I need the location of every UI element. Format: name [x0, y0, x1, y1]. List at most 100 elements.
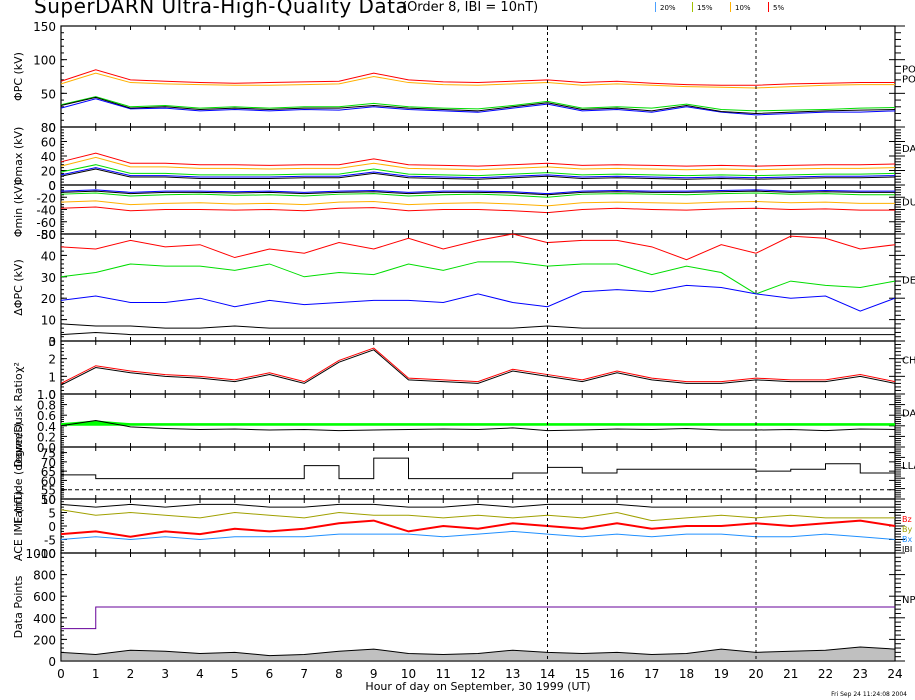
right-label: CH: [902, 356, 915, 367]
y-tick-label: 600: [33, 590, 56, 604]
y-tick-label: 50: [41, 228, 56, 242]
y-tick-label: -5: [44, 534, 56, 548]
right-label: By: [902, 525, 912, 534]
panel-7: -10-50510ACE IMF (nT) BzByBxIBI: [12, 491, 912, 561]
panel-2: -80-60-40-200Φmin (kV) DU: [12, 179, 915, 242]
y-tick-label: 30: [41, 271, 56, 285]
y-axis-label: χ²: [12, 362, 25, 373]
x-tick-label: 21: [783, 667, 798, 681]
series-orange: [60, 72, 895, 89]
y-axis-label: ΦPC (kV): [12, 52, 25, 101]
x-tick-label: 2: [127, 667, 135, 681]
panel-frame: [60, 340, 896, 395]
panel-0: 050100150ΦPC (kV) POPO: [12, 20, 915, 135]
y-tick-label: 80: [41, 121, 56, 135]
timestamp: Fri Sep 24 11:24:08 2004: [831, 691, 907, 698]
x-tick-label: 22: [818, 667, 833, 681]
chart-plot: 050100150ΦPC (kV) POPO020406080Φmax (kV) D…: [12, 20, 915, 693]
x-tick-label: 16: [609, 667, 624, 681]
series-black: [60, 96, 896, 115]
y-tick-label: 40: [41, 249, 56, 263]
y-tick-label: 5: [48, 507, 56, 521]
right-label: PO: [902, 75, 915, 86]
x-tick-label: 3: [161, 667, 169, 681]
series-red: [60, 206, 895, 214]
panel-frame: [60, 393, 896, 448]
y-axis-label: ΔΦPC (kV): [12, 259, 25, 315]
right-label: DU: [902, 198, 915, 209]
right-label: Bx: [902, 535, 912, 544]
series-green: [60, 192, 895, 198]
series-black-upper: [60, 323, 895, 329]
right-label: LLA: [902, 461, 915, 472]
panel-8: 0 200 400 600 800 1000 Data Points NP: [12, 547, 915, 669]
panel-3: 01020304050ΔΦPC (kV) DE: [12, 228, 915, 349]
series-green: [60, 261, 896, 295]
y-tick-label: -20: [36, 191, 56, 205]
series-orange: [60, 156, 896, 171]
x-tick-label: 9: [370, 667, 378, 681]
x-tick-label: 12: [470, 667, 485, 681]
x-tick-label: 0: [57, 667, 65, 681]
series-black: [60, 349, 896, 386]
y-axis-label: Φmin (kV): [12, 182, 25, 237]
x-tick-label: 17: [644, 667, 659, 681]
y-tick-label: 50: [41, 87, 56, 101]
panel-4: 0123χ²CH: [12, 335, 915, 402]
y-tick-label: 20: [41, 165, 56, 179]
y-axis-label: Data Points: [12, 575, 25, 638]
panel-1: 020406080 Φmax (kV) DA': [12, 121, 915, 193]
y-tick-label: 0: [48, 520, 56, 534]
y-tick-label: 2: [48, 353, 56, 367]
y-tick-label: 60: [41, 136, 56, 150]
right-label: Bz: [902, 515, 912, 524]
x-tick-label: 18: [679, 667, 694, 681]
series-green-fill: [61, 420, 895, 426]
panel-frame: [60, 233, 896, 342]
y-tick-label: -40: [36, 204, 56, 218]
right-label: DA': [902, 144, 915, 155]
series-red: [60, 69, 895, 86]
y-tick-label: 10: [41, 314, 56, 328]
x-tick-label: 6: [266, 667, 274, 681]
x-tick-label: 5: [231, 667, 239, 681]
x-tick-label: 14: [540, 667, 555, 681]
panel-5: 0.00.20.40.60.81.0Dawn/Dusk RatioDA': [12, 373, 915, 467]
series-black: [60, 457, 895, 480]
y-tick-label: 400: [33, 612, 56, 626]
right-label: DA': [902, 409, 915, 420]
series-red: [60, 152, 896, 167]
panel-frame: [60, 446, 896, 500]
panel-6: 505560657075Latitude (degrees)LLA: [12, 422, 915, 524]
x-tick-label: 1: [92, 667, 100, 681]
y-tick-label: 75: [41, 447, 56, 461]
y-tick-label: 1: [48, 370, 56, 384]
x-tick-label: 4: [196, 667, 204, 681]
y-tick-label: 1.0: [37, 388, 56, 402]
x-tick-label: 24: [887, 667, 902, 681]
series-orange: [60, 200, 895, 207]
x-tick-label: 10: [401, 667, 416, 681]
x-tick-label: 20: [748, 667, 763, 681]
x-tick-label: 7: [300, 667, 308, 681]
right-label: DE: [902, 276, 915, 287]
series-By: [60, 509, 895, 522]
right-label: NP: [902, 595, 915, 606]
y-tick-label: 800: [33, 569, 56, 583]
x-tick-label: 8: [335, 667, 343, 681]
y-tick-label: 200: [33, 633, 56, 647]
y-tick-label: 0: [48, 655, 56, 669]
y-tick-label: 1000: [25, 547, 56, 561]
y-tick-label: 40: [41, 150, 56, 164]
series-red: [60, 347, 896, 384]
x-tick-label: 19: [714, 667, 729, 681]
y-axis-label: ACE IMF (nT): [12, 491, 25, 561]
series-NP: [61, 606, 895, 630]
y-tick-label: 10: [41, 493, 56, 507]
y-axis-label: Φmax (kV): [12, 127, 25, 186]
x-tick-label: 13: [505, 667, 520, 681]
series-black-lower: [60, 331, 895, 336]
x-tick-label: 15: [575, 667, 590, 681]
series-gray-fill: [60, 646, 896, 662]
y-tick-label: 20: [41, 292, 56, 306]
